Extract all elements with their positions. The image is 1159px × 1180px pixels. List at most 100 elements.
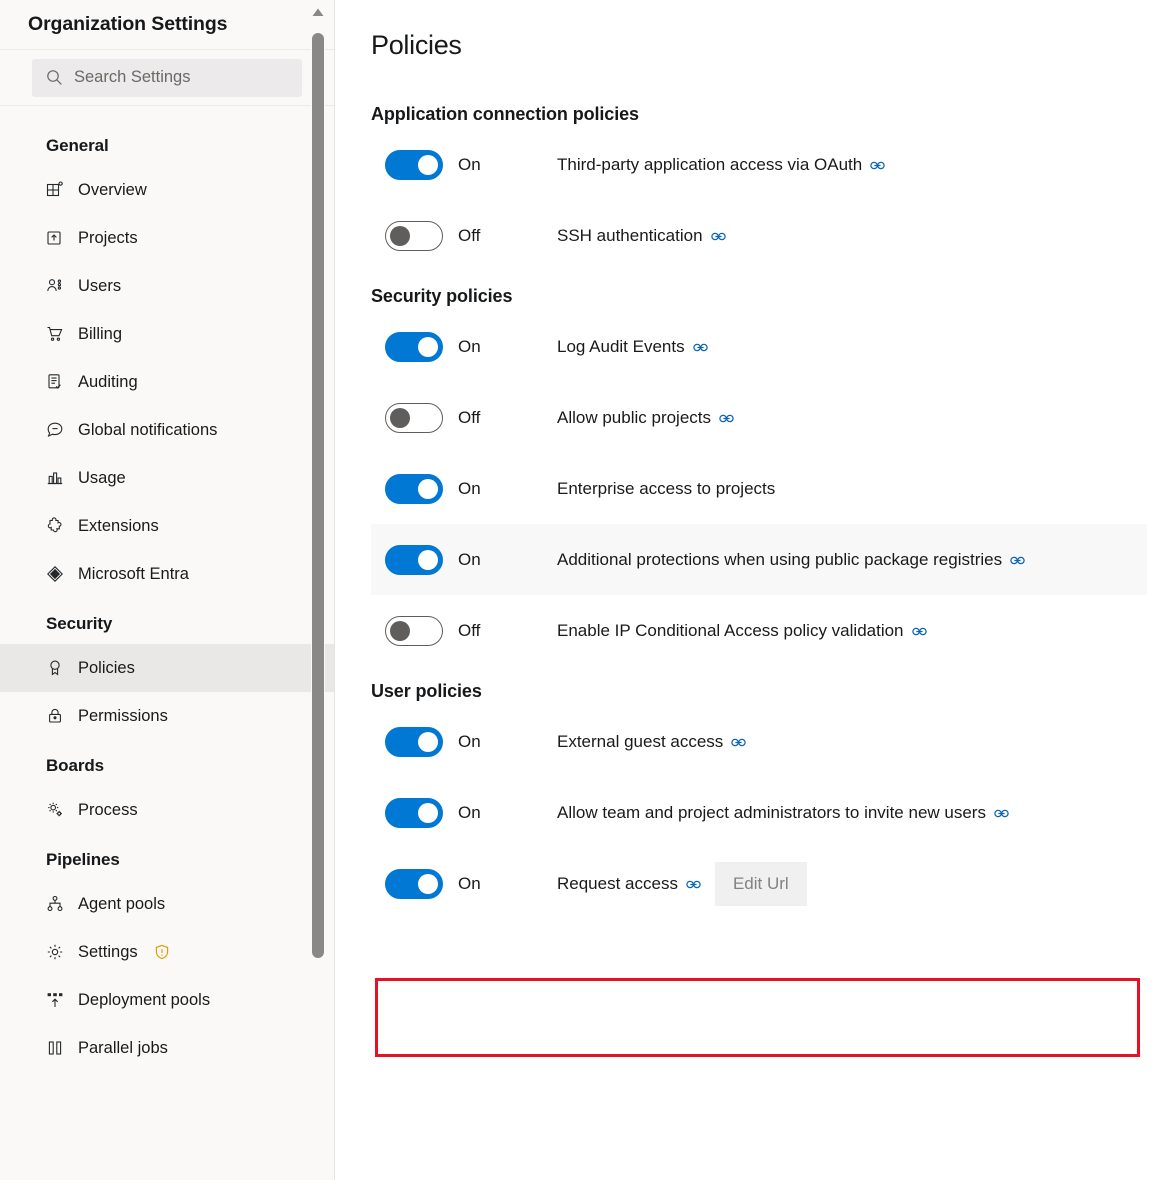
toggle-knob bbox=[418, 549, 438, 570]
policy-state-label: Off bbox=[458, 226, 481, 245]
sidebar-item-label: Global notifications bbox=[78, 420, 218, 439]
sidebar-item-parallel-jobs[interactable]: Parallel jobs bbox=[0, 1024, 334, 1072]
sidebar-item-agent-pools[interactable]: Agent pools bbox=[0, 880, 334, 928]
main-content: Policies Application connection policies… bbox=[335, 0, 1159, 1180]
sidebar-nav: General Overview Projects Users Billing Audit… bbox=[0, 106, 334, 1072]
policy-section: User policies On External guest access On Al… bbox=[371, 672, 1159, 919]
sidebar-group-heading: Security bbox=[46, 614, 113, 633]
search-input[interactable]: Search Settings bbox=[32, 58, 302, 97]
sidebar-item-global-notifications[interactable]: Global notifications bbox=[0, 406, 334, 454]
sidebar-item-overview[interactable]: Overview bbox=[0, 166, 334, 214]
scroll-up-arrow-icon[interactable] bbox=[311, 5, 325, 19]
policy-row-ssh-authentication: Off SSH authentication bbox=[371, 200, 1147, 271]
policy-label-wrap: Enterprise access to projects bbox=[557, 480, 775, 497]
policy-toggle-ssh-authentication[interactable] bbox=[385, 220, 443, 251]
policy-toggle-allow-public-projects[interactable] bbox=[385, 402, 443, 433]
billing-cart-icon bbox=[46, 325, 64, 343]
toggle-knob bbox=[418, 802, 438, 823]
toggle-knob bbox=[418, 154, 438, 175]
sidebar-item-label: Parallel jobs bbox=[78, 1038, 168, 1057]
edit-url-button[interactable]: Edit Url bbox=[714, 861, 807, 906]
sidebar-group-heading: Pipelines bbox=[46, 850, 120, 869]
policy-label-text: Allow team and project administrators to… bbox=[557, 803, 986, 822]
toggle-knob bbox=[418, 873, 438, 894]
policy-toggle-third-party-application-access-via-oauth[interactable] bbox=[385, 149, 443, 180]
policy-toggle-enable-ip-conditional-access-policy-validation[interactable] bbox=[385, 615, 443, 646]
auditing-icon bbox=[46, 373, 64, 391]
link-icon[interactable] bbox=[719, 411, 734, 426]
search-placeholder: Search Settings bbox=[74, 68, 191, 87]
sidebar-item-label: Settings bbox=[78, 942, 138, 961]
policy-label-wrap: Additional protections when using public… bbox=[557, 551, 1025, 568]
policy-label-wrap: Third-party application access via OAuth bbox=[557, 156, 885, 173]
policy-toggle-allow-team-and-project-administrators-to-invite-[interactable] bbox=[385, 797, 443, 828]
sidebar-item-label: Extensions bbox=[78, 516, 159, 535]
policy-label-text: External guest access bbox=[557, 732, 724, 751]
policy-label-wrap: SSH authentication bbox=[557, 227, 726, 244]
policy-label-text: Enable IP Conditional Access policy vali… bbox=[557, 621, 904, 640]
sidebar-item-label: Permissions bbox=[78, 706, 168, 725]
link-icon[interactable] bbox=[870, 158, 885, 173]
policies-ribbon-icon bbox=[46, 659, 64, 677]
policy-row-allow-team-and-project-administrators-to-invite-: On Allow team and project administrators … bbox=[371, 777, 1147, 848]
policy-state-label: On bbox=[458, 874, 481, 893]
sidebar-item-microsoft-entra[interactable]: Microsoft Entra bbox=[0, 550, 334, 598]
policy-row-allow-public-projects: Off Allow public projects bbox=[371, 382, 1147, 453]
link-icon[interactable] bbox=[994, 806, 1009, 821]
policy-label-text: Enterprise access to projects bbox=[557, 479, 776, 498]
policy-row-enterprise-access-to-projects: On Enterprise access to projects bbox=[371, 453, 1147, 524]
sidebar-scrollbar[interactable] bbox=[311, 0, 325, 1180]
sidebar-item-billing[interactable]: Billing bbox=[0, 310, 334, 358]
sidebar-item-label: Agent pools bbox=[78, 894, 166, 913]
warning-shield-icon bbox=[154, 944, 170, 960]
policy-state-label: On bbox=[458, 732, 481, 751]
policy-state-label: On bbox=[458, 337, 481, 356]
sidebar-item-label: Usage bbox=[78, 468, 126, 487]
policy-section: Security policies On Log Audit Events Off Al… bbox=[371, 277, 1159, 666]
gear-icon bbox=[46, 943, 64, 961]
extensions-icon bbox=[46, 517, 64, 535]
policy-label-wrap: Enable IP Conditional Access policy vali… bbox=[557, 622, 927, 639]
policy-state-label: On bbox=[458, 155, 481, 174]
sidebar-search-container: Search Settings bbox=[0, 50, 334, 106]
policy-label-wrap: Request access bbox=[557, 875, 701, 892]
agent-pools-icon bbox=[46, 895, 64, 913]
toggle-knob bbox=[418, 478, 438, 499]
link-icon[interactable] bbox=[731, 735, 747, 750]
sidebar-item-policies[interactable]: Policies bbox=[0, 644, 334, 692]
policy-state-label: On bbox=[458, 479, 481, 498]
sidebar-item-usage[interactable]: Usage bbox=[0, 454, 334, 502]
sidebar-item-deployment-pools[interactable]: Deployment pools bbox=[0, 976, 334, 1024]
link-icon[interactable] bbox=[692, 340, 708, 355]
policy-toggle-request-access[interactable] bbox=[385, 868, 443, 899]
notification-icon bbox=[46, 421, 64, 439]
search-icon bbox=[46, 69, 63, 86]
sidebar-item-auditing[interactable]: Auditing bbox=[0, 358, 334, 406]
link-icon[interactable] bbox=[911, 624, 927, 639]
policy-section: Application connection policies On Third-p… bbox=[371, 95, 1159, 271]
policy-toggle-additional-protections-when-using-public-package[interactable] bbox=[385, 544, 443, 575]
sidebar-item-permissions[interactable]: Permissions bbox=[0, 692, 334, 740]
policy-toggle-log-audit-events[interactable] bbox=[385, 331, 443, 362]
policy-toggle-external-guest-access[interactable] bbox=[385, 726, 443, 757]
deployment-pools-icon bbox=[46, 991, 64, 1009]
policy-label-text: SSH authentication bbox=[557, 226, 703, 245]
policy-state-label: On bbox=[458, 550, 481, 569]
sidebar-item-projects[interactable]: Projects bbox=[0, 214, 334, 262]
link-icon[interactable] bbox=[710, 229, 726, 244]
policy-toggle-enterprise-access-to-projects[interactable] bbox=[385, 473, 443, 504]
sidebar-item-users[interactable]: Users bbox=[0, 262, 334, 310]
sidebar-item-settings[interactable]: Settings bbox=[0, 928, 334, 976]
policy-sections: Application connection policies On Third-p… bbox=[371, 95, 1159, 919]
sidebar-group-heading: Boards bbox=[46, 756, 104, 775]
sidebar-item-label: Auditing bbox=[78, 372, 138, 391]
link-icon[interactable] bbox=[686, 877, 701, 892]
users-icon bbox=[46, 277, 64, 295]
sidebar-group-heading: General bbox=[46, 136, 109, 155]
sidebar-item-process[interactable]: Process bbox=[0, 786, 334, 834]
section-title: Security policies bbox=[371, 286, 513, 306]
link-icon[interactable] bbox=[1010, 553, 1025, 568]
scrollbar-thumb[interactable] bbox=[312, 33, 324, 958]
organization-settings-page: Organization Settings Search Settings Ge… bbox=[0, 0, 1159, 1180]
sidebar-item-extensions[interactable]: Extensions bbox=[0, 502, 334, 550]
